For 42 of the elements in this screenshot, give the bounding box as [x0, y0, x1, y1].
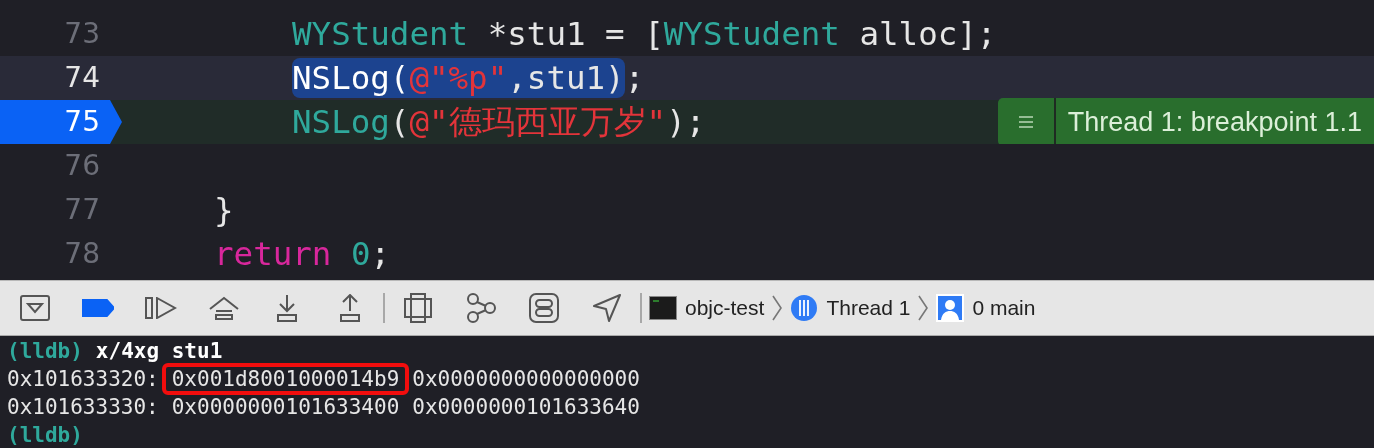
lldb-prompt: (lldb)	[7, 422, 83, 448]
code-token: ;	[624, 58, 645, 98]
breadcrumb-item[interactable]: Thread 1	[826, 292, 911, 324]
breadcrumb-item[interactable]: 0 main	[972, 292, 1036, 324]
person-icon	[936, 294, 965, 322]
code-token: NSLog	[292, 102, 390, 142]
line-number: 78	[64, 236, 100, 272]
code-token: (	[389, 102, 410, 142]
console-output: 0x0000000000000000	[412, 366, 640, 393]
line-number: 76	[64, 148, 100, 184]
annotation-text: Thread 1: breakpoint 1.1	[1066, 105, 1363, 139]
thread-icon	[790, 294, 819, 322]
terminal-icon	[649, 296, 677, 320]
code-token: alloc];	[858, 14, 997, 54]
console-output: 0x101633320:	[7, 366, 159, 393]
line-number: 74	[64, 60, 100, 96]
breakpoint-annotation[interactable]: Thread 1: breakpoint 1.1	[997, 98, 1374, 146]
selected-code-token: ,stu1)	[507, 58, 625, 98]
code-token: ;	[370, 234, 391, 274]
line-number: 75	[64, 104, 100, 140]
code-token: WYStudent	[292, 14, 469, 54]
list-icon	[1017, 116, 1034, 128]
code-token: return	[214, 234, 332, 274]
console-output: 0x101633330:	[7, 394, 159, 421]
line-number: 77	[64, 192, 100, 228]
line-number: 73	[64, 16, 100, 52]
selected-code-token: @"%p"	[409, 58, 508, 98]
lldb-prompt: (lldb)	[7, 338, 83, 365]
console-command: x/4xg stu1	[95, 338, 223, 365]
code-token: WYStudent	[663, 14, 840, 54]
console-output: 0x0000000101633640	[412, 394, 640, 421]
console-output: 0x0000000101633400	[171, 394, 400, 421]
code-token: @"德玛西亚万岁"	[409, 102, 667, 142]
highlighted-value: 0x001d8001000014b9	[161, 363, 410, 395]
selected-code-token: NSLog(	[292, 58, 410, 98]
code-token: }	[214, 190, 234, 230]
chevron-icon	[918, 295, 929, 321]
code-token: 0	[350, 234, 371, 274]
breadcrumb-item[interactable]: objc-test	[685, 292, 765, 324]
code-token: *stu1 = [	[486, 14, 664, 54]
code-token: );	[666, 102, 706, 142]
chevron-icon	[772, 295, 783, 321]
